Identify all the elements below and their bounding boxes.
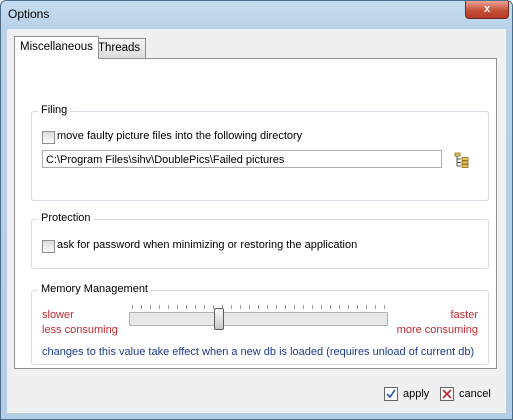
slider-tick: [303, 305, 304, 309]
slider-tick: [186, 305, 187, 309]
protection-group-label: Protection: [38, 212, 94, 224]
filing-group: Filing move faulty picture files into th…: [31, 104, 489, 201]
memory-group: Memory Management slower less consuming …: [31, 283, 489, 365]
slider-tick: [330, 305, 331, 309]
protection-group: Protection ask for password when minimiz…: [31, 212, 489, 269]
slider-tick: [357, 305, 358, 309]
check-icon: [384, 387, 398, 401]
slider-tick: [267, 305, 268, 309]
slider-tick: [150, 305, 151, 309]
slider-tick: [276, 305, 277, 309]
dialog-body: Miscellaneous Threads Filing move faulty…: [7, 29, 506, 413]
slider-tick: [366, 305, 367, 309]
folder-tree-icon[interactable]: [454, 152, 470, 168]
slider-tick: [195, 305, 196, 309]
slider-tick: [231, 305, 232, 309]
more-consuming-label: more consuming: [396, 324, 478, 336]
slider-tick: [249, 305, 250, 309]
slider-tick: [132, 305, 133, 309]
slider-tick: [321, 305, 322, 309]
cancel-x-icon: [440, 387, 454, 401]
slower-label: slower: [42, 309, 74, 321]
slider-tick: [375, 305, 376, 309]
slider-tick: [339, 305, 340, 309]
slider-tick: [240, 305, 241, 309]
tab-panel: Filing move faulty picture files into th…: [14, 58, 497, 369]
apply-label: apply: [403, 388, 430, 400]
slider-tick: [159, 305, 160, 309]
move-faulty-label: move faulty picture files into the follo…: [57, 130, 303, 142]
window-title: Options: [8, 7, 50, 21]
directory-input[interactable]: C:\Program Files\sihv\DoublePics\Failed …: [42, 150, 442, 168]
tab-threads[interactable]: Threads: [92, 38, 147, 58]
slider-tick: [348, 305, 349, 309]
tab-miscellaneous[interactable]: Miscellaneous: [14, 36, 99, 59]
slider-tick: [204, 305, 205, 309]
slider-tick: [285, 305, 286, 309]
slider-tick: [258, 305, 259, 309]
move-faulty-checkbox[interactable]: [42, 131, 55, 144]
slider-tick: [294, 305, 295, 309]
slider-tick: [168, 305, 169, 309]
less-consuming-label: less consuming: [42, 324, 118, 336]
memory-group-label: Memory Management: [38, 283, 151, 295]
cancel-button[interactable]: cancel: [440, 387, 491, 403]
slider-tick: [312, 305, 313, 309]
options-window: Options x Miscellaneous Threads Filing m…: [0, 0, 513, 420]
slider-tick: [384, 305, 385, 309]
apply-button[interactable]: apply: [384, 387, 429, 403]
memory-slider-thumb[interactable]: [213, 308, 224, 330]
close-button[interactable]: x: [465, 1, 509, 19]
memory-slider-track[interactable]: [129, 312, 388, 326]
slider-tick: [177, 305, 178, 309]
ask-password-checkbox[interactable]: [42, 240, 55, 253]
memory-note: changes to this value take effect when a…: [42, 346, 475, 358]
ask-password-label: ask for password when minimizing or rest…: [57, 239, 358, 251]
slider-tick: [141, 305, 142, 309]
cancel-label: cancel: [459, 388, 491, 400]
filing-group-label: Filing: [38, 104, 71, 116]
faster-label: faster: [450, 309, 478, 321]
